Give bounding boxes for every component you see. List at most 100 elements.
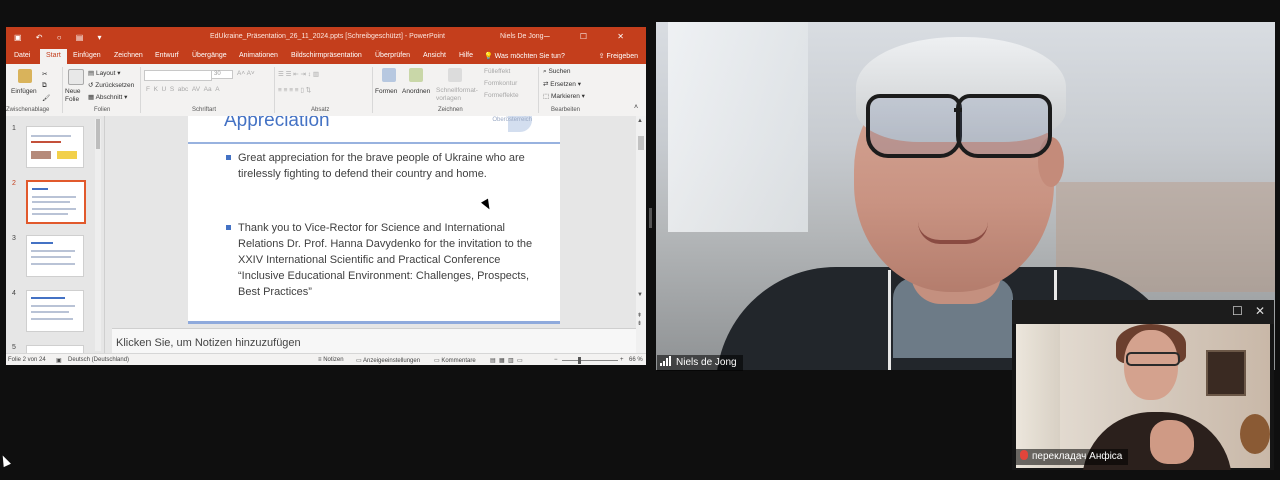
reset-button[interactable]: ↺ Zurücksetzen <box>88 81 134 89</box>
slide-scrollbar[interactable]: ▲ ▼ ⇞ ⇟ <box>636 116 646 353</box>
quick-access-toolbar[interactable]: ▣ ↶ ○ ▤ ▾ <box>14 33 108 42</box>
shapes-button[interactable]: Formen <box>375 88 397 95</box>
reset-label: Zurücksetzen <box>95 82 135 89</box>
split-divider-handle[interactable] <box>649 208 652 228</box>
new-slide-button[interactable]: Neue Folie <box>65 88 87 104</box>
separator <box>140 67 141 113</box>
arrange-icon[interactable] <box>409 68 423 82</box>
comment-icon: ▭ <box>434 358 440 364</box>
tab-start[interactable]: Start <box>40 49 67 64</box>
close-icon[interactable]: ✕ <box>1255 304 1265 318</box>
window-title: EdUkraine_Präsentation_26_11_2024.ppts [… <box>210 33 445 40</box>
cut-icon[interactable]: ✂ <box>42 70 47 78</box>
next-slide-icon[interactable]: ⇟ <box>637 320 642 327</box>
scrollbar-thumb[interactable] <box>96 119 100 149</box>
font-size-select[interactable]: 30 <box>211 70 233 79</box>
title-rule <box>188 142 560 144</box>
shape-fill-button[interactable]: Fülleffekt <box>484 68 510 75</box>
select-button[interactable]: ⬚ Markieren ▾ <box>543 92 585 100</box>
thumbnail-number: 1 <box>12 125 16 132</box>
slide-canvas[interactable]: Pädagogische Hochschule Oberösterreich A… <box>188 116 560 324</box>
paste-button[interactable]: Einfügen <box>11 88 37 95</box>
zoom-slider-thumb[interactable] <box>578 357 581 364</box>
collapse-ribbon-icon[interactable]: ˄ <box>634 104 638 111</box>
powerpoint-window: ▣ ↶ ○ ▤ ▾ EdUkraine_Präsentation_26_11_2… <box>6 27 646 365</box>
slides-group-label: Folien <box>94 107 111 113</box>
align-buttons[interactable]: ≡ ≡ ≡ ≡ ▯ ⇅ <box>278 86 311 94</box>
replace-button[interactable]: ⇄ Ersetzen ▾ <box>543 80 581 88</box>
previous-slide-icon[interactable]: ⇞ <box>637 312 642 319</box>
quick-styles-icon[interactable] <box>448 68 462 82</box>
main-participant-name: Niels de Jong <box>676 357 737 368</box>
separator <box>538 67 539 113</box>
zoom-out-icon[interactable]: − <box>554 357 558 363</box>
glasses-lens <box>866 94 962 158</box>
select-label: Markieren <box>550 93 580 100</box>
slide-thumbnail-4[interactable] <box>26 290 84 332</box>
scrollbar-thumb[interactable] <box>638 136 644 150</box>
tell-me-search[interactable]: 💡 Was möchten Sie tun? <box>484 52 565 60</box>
paste-icon[interactable] <box>18 69 32 83</box>
list-buttons[interactable]: ☰ ☰ ⇤ ⇥ ↕ ▥ <box>278 70 319 78</box>
find-button[interactable]: ⌕ Suchen <box>543 68 571 76</box>
notes-placeholder[interactable]: Klicken Sie, um Notizen hinzuzufügen <box>116 337 301 349</box>
separator <box>274 67 275 113</box>
display-settings-button[interactable]: ▭ Anzeigeeinstellungen <box>356 357 420 364</box>
language-status[interactable]: Deutsch (Deutschland) <box>68 357 129 363</box>
floating-participant-name: перекладач Анфіса <box>1032 451 1123 462</box>
zoom-slider[interactable] <box>562 360 618 361</box>
bullet-text-1[interactable]: Great appreciation for the brave people … <box>238 150 538 182</box>
comments-button[interactable]: ▭ Kommentare <box>434 357 476 364</box>
search-icon: ⌕ <box>543 68 547 75</box>
notes-pane[interactable]: Klicken Sie, um Notizen hinzuzufügen <box>112 328 636 354</box>
floating-tile-header: ☐ ✕ <box>1012 300 1274 324</box>
tab-zeichnen[interactable]: Zeichnen <box>114 52 143 59</box>
format-painter-icon[interactable]: 🖌 <box>42 94 50 102</box>
slide-thumbnail-2[interactable] <box>26 180 86 224</box>
zoom-level[interactable]: 66 % <box>629 357 643 363</box>
maximize-icon[interactable]: ☐ <box>1232 304 1243 318</box>
thumbnail-scrollbar[interactable] <box>95 119 101 351</box>
scroll-up-icon[interactable]: ▲ <box>637 118 643 124</box>
slide-thumbnail-1[interactable] <box>26 126 84 168</box>
quick-styles-button[interactable]: Schnellformat-vorlagen <box>436 87 480 103</box>
font-family-select[interactable] <box>144 70 212 81</box>
shapes-icon[interactable] <box>382 68 396 82</box>
tab-datei[interactable]: Datei <box>14 52 30 59</box>
tab-einfuegen[interactable]: Einfügen <box>73 52 101 59</box>
slide-title[interactable]: Appreciation <box>224 116 330 132</box>
share-button[interactable]: ⇪ Freigeben <box>599 52 638 60</box>
notes-icon: ≡ <box>318 357 322 363</box>
layout-label: Layout <box>95 70 116 77</box>
tab-ansicht[interactable]: Ansicht <box>423 52 446 59</box>
floating-video-tile[interactable]: ☐ ✕ <box>1012 300 1274 470</box>
tab-animationen[interactable]: Animationen <box>239 52 278 59</box>
earphone-cable <box>888 270 891 370</box>
view-buttons[interactable]: ▤ ▦ ▥ ▭ <box>490 357 523 364</box>
tab-entwurf[interactable]: Entwurf <box>155 52 179 59</box>
spellcheck-icon[interactable]: ▣ <box>56 357 62 364</box>
arrange-button[interactable]: Anordnen <box>402 88 430 95</box>
replace-icon: ⇄ <box>543 81 549 88</box>
new-slide-icon[interactable] <box>68 69 84 85</box>
bullet-text-2[interactable]: Thank you to Vice-Rector for Science and… <box>238 220 538 300</box>
copy-icon[interactable]: ⧉ <box>42 82 47 90</box>
layout-button[interactable]: ▤ Layout ▾ <box>88 69 121 77</box>
glasses-bridge <box>954 108 962 112</box>
font-grow-icon[interactable]: A˄ A˅ <box>237 70 255 77</box>
scroll-down-icon[interactable]: ▼ <box>637 292 643 298</box>
shape-effects-button[interactable]: Formeffekte <box>484 92 519 99</box>
tab-bildschirmpraesentation[interactable]: Bildschirmpräsentation <box>291 52 362 59</box>
notes-toggle[interactable]: ≡ Notizen <box>318 357 344 363</box>
zoom-in-icon[interactable]: + <box>620 357 624 363</box>
slide-thumbnail-3[interactable] <box>26 235 84 277</box>
section-button[interactable]: ▦ Abschnitt ▾ <box>88 93 127 101</box>
user-name[interactable]: Niels De Jong <box>500 33 544 40</box>
tab-uebergaenge[interactable]: Übergänge <box>192 52 227 59</box>
tab-hilfe[interactable]: Hilfe <box>459 52 473 59</box>
interpreter-glasses <box>1126 352 1180 366</box>
shape-outline-button[interactable]: Formkontur <box>484 80 517 87</box>
tab-ueberpruefen[interactable]: Überprüfen <box>375 52 410 59</box>
font-format-buttons[interactable]: F K U S abc AV Aa A <box>146 86 220 93</box>
window-controls[interactable]: ─ ☐ ✕ <box>544 32 638 41</box>
